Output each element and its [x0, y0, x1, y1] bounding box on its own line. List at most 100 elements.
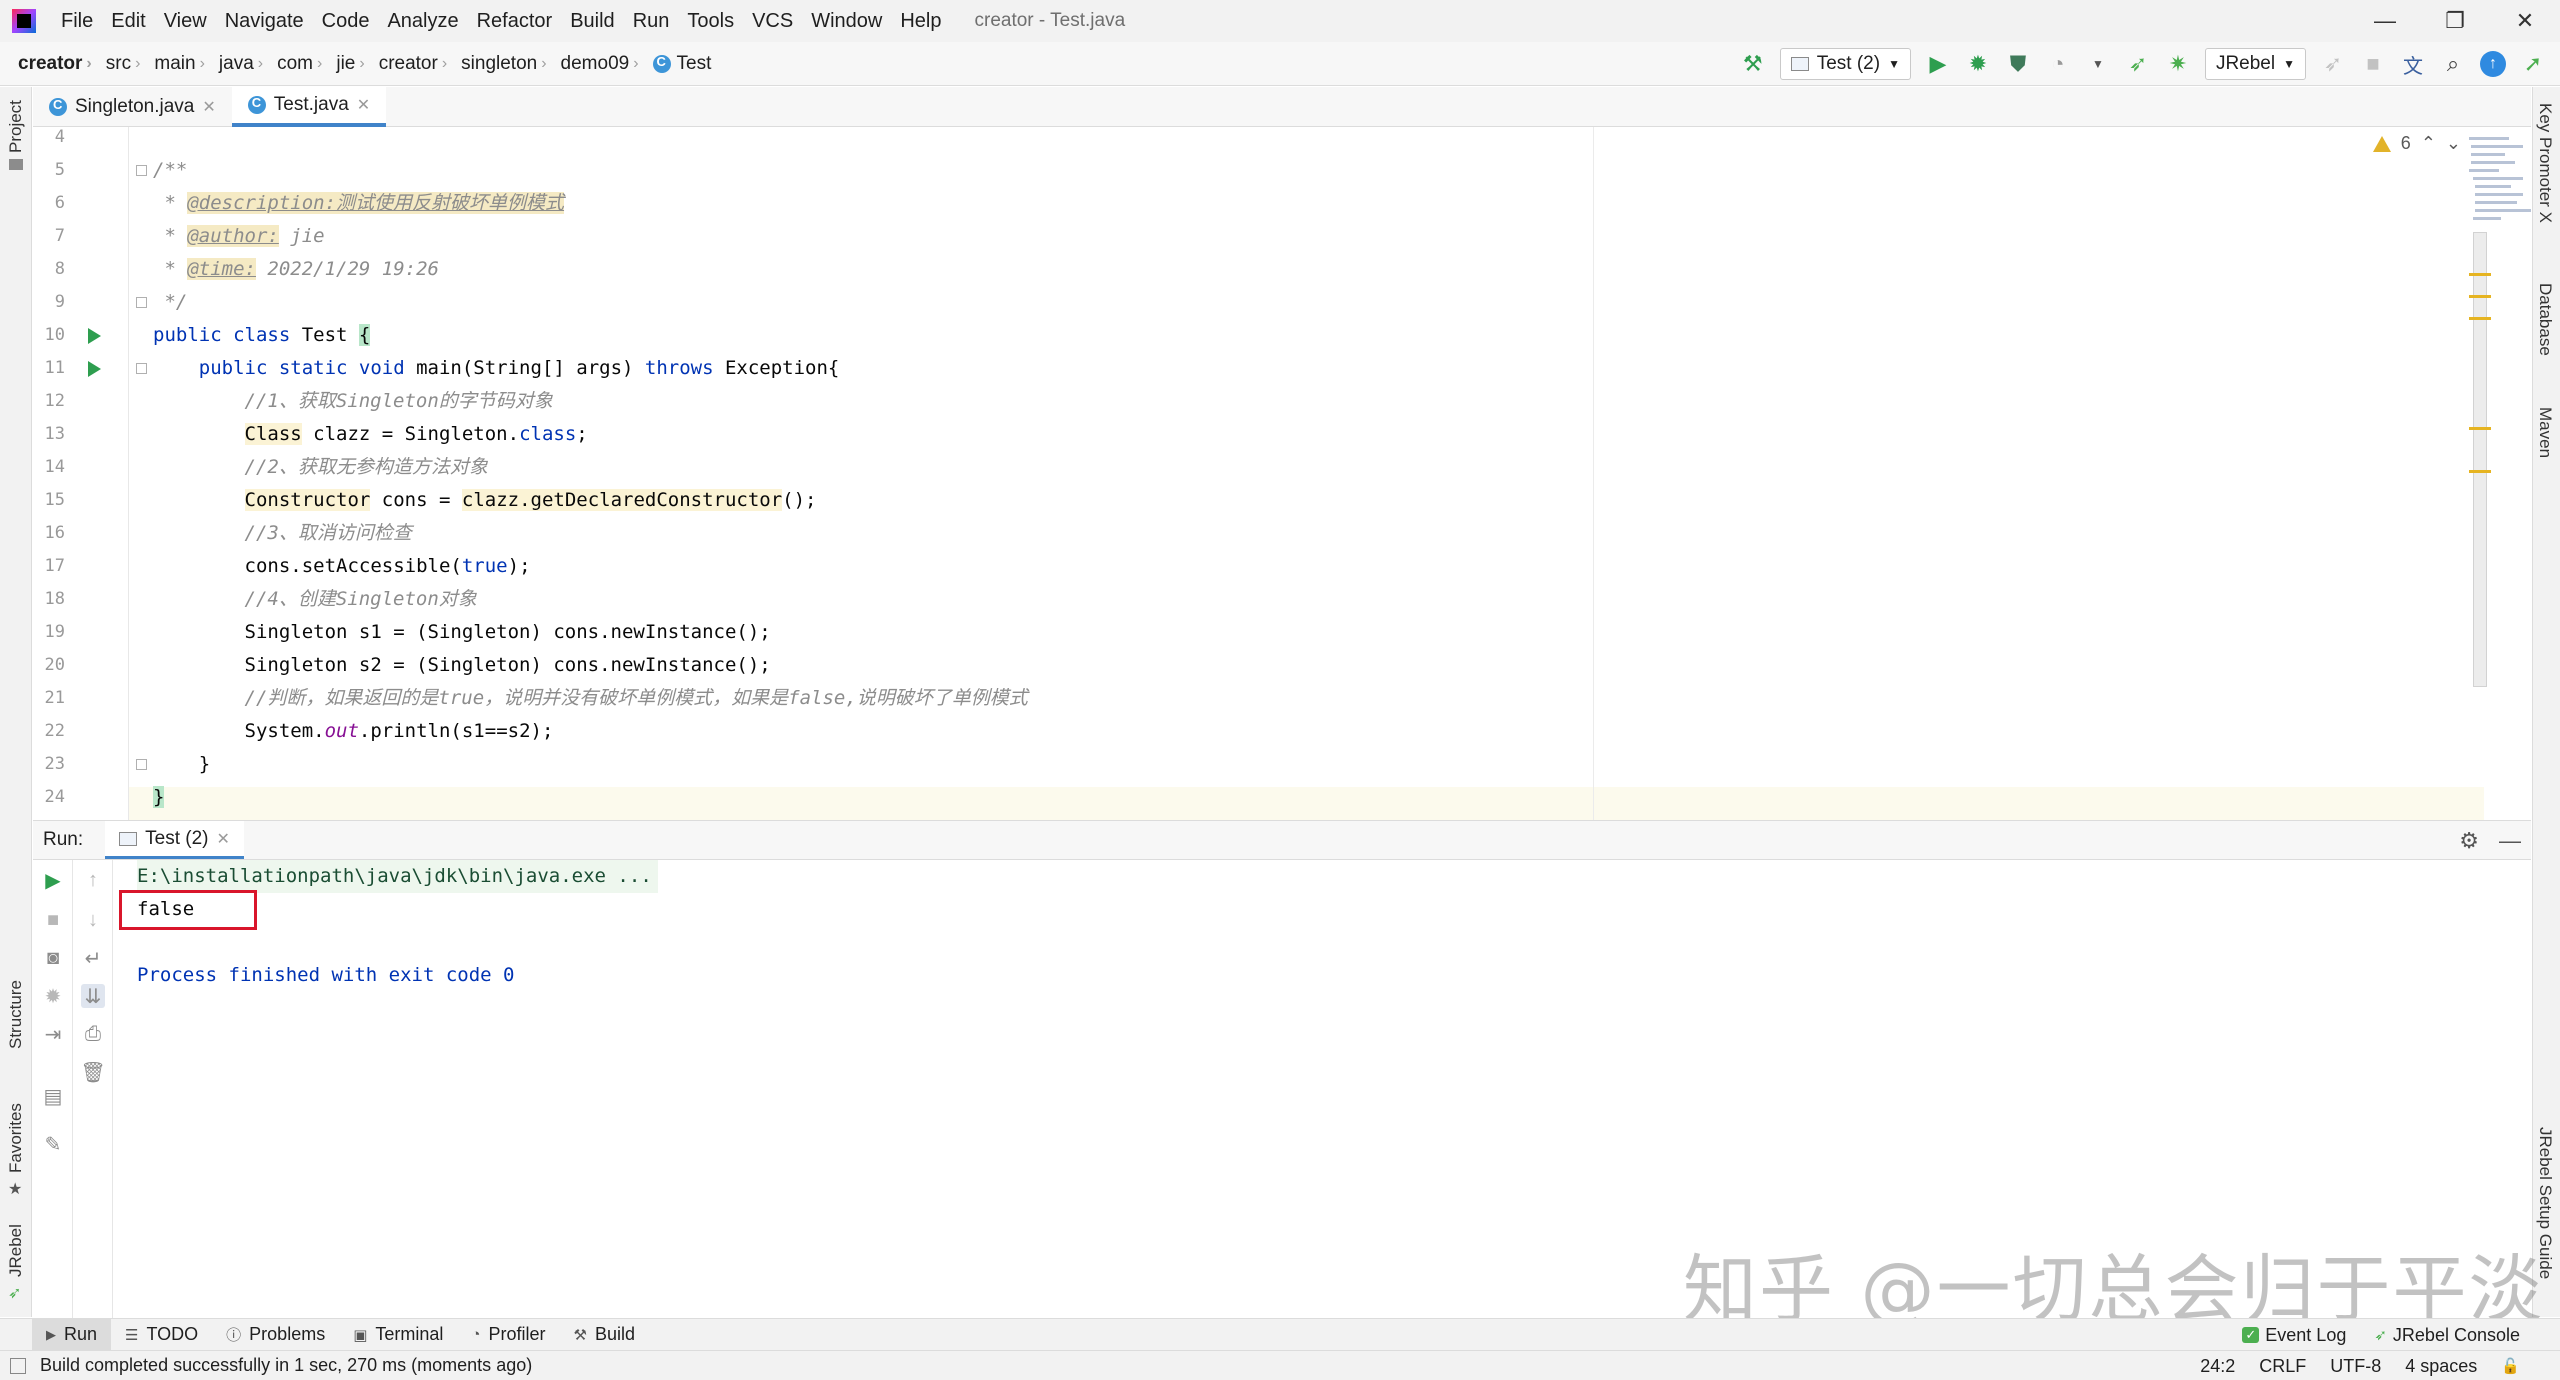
close-icon[interactable]: ✕	[357, 95, 370, 115]
fold-icon[interactable]	[136, 363, 147, 374]
breadcrumb-com[interactable]: com ›	[277, 53, 336, 75]
jrebel-update-icon[interactable]: ➶	[2320, 51, 2346, 77]
exit-icon[interactable]: ⇥	[41, 1022, 65, 1046]
update-icon[interactable]: ↑	[2480, 51, 2506, 77]
maven-tool-tab[interactable]: Maven	[2535, 407, 2555, 458]
chevron-down-icon[interactable]: ⌄	[2446, 133, 2461, 154]
fold-icon[interactable]	[136, 165, 147, 176]
menu-navigate[interactable]: Navigate	[216, 0, 313, 42]
caret-position[interactable]: 24:2	[2200, 1356, 2235, 1377]
stop-icon[interactable]: ■	[2360, 51, 2386, 77]
coverage-icon[interactable]: ⛊	[2005, 51, 2031, 77]
run-class-icon[interactable]	[88, 328, 101, 344]
fold-icon[interactable]	[136, 297, 147, 308]
indent-setting[interactable]: 4 spaces	[2405, 1356, 2477, 1377]
bottom-tab-todo[interactable]: ☰ TODO	[111, 1319, 212, 1351]
search-icon[interactable]: ⌕	[2440, 51, 2466, 77]
jrebel-logo-icon[interactable]: ➚	[2520, 51, 2546, 77]
key-promoter-tool-tab[interactable]: Key Promoter X	[2535, 103, 2555, 223]
breadcrumb-demo09[interactable]: demo09 ›	[561, 53, 653, 75]
warning-stripe-marker[interactable]	[2469, 273, 2491, 276]
database-tool-tab[interactable]: Database	[2535, 283, 2555, 356]
status-message[interactable]: Build completed successfully in 1 sec, 2…	[40, 1355, 532, 1376]
breadcrumb-creator-pkg[interactable]: creator ›	[379, 53, 461, 75]
menu-code[interactable]: Code	[313, 0, 379, 42]
menu-help[interactable]: Help	[891, 0, 950, 42]
pin-icon[interactable]: ✎	[41, 1132, 65, 1156]
jrebel-tool-tab[interactable]: JRebel	[6, 1224, 26, 1277]
warning-stripe-marker[interactable]	[2469, 427, 2491, 430]
menu-build[interactable]: Build	[561, 0, 623, 42]
jrebel-console-tab[interactable]: ➶ JRebel Console	[2374, 1325, 2520, 1346]
breadcrumb-singleton[interactable]: singleton ›	[461, 53, 560, 75]
restore-button[interactable]: ❐	[2420, 0, 2490, 42]
trash-icon[interactable]: 🗑	[80, 1060, 105, 1084]
menu-analyze[interactable]: Analyze	[378, 0, 467, 42]
layout-icon[interactable]: ▤	[41, 1084, 65, 1108]
bottom-tab-problems[interactable]: ⓘ Problems	[212, 1319, 339, 1351]
breadcrumb-creator[interactable]: creator ›	[18, 53, 106, 75]
bottom-tab-build[interactable]: ⚒ Build	[560, 1319, 649, 1351]
bottom-tab-terminal[interactable]: ▣ Terminal	[339, 1319, 457, 1351]
close-icon[interactable]: ✕	[217, 829, 230, 849]
project-tool-tab[interactable]: Project	[6, 100, 26, 153]
jrebel-run-icon[interactable]: ➶	[2125, 51, 2151, 77]
code-editor[interactable]: 4 5 6 7 8 9 10 11 12 13 14 15 16 17 18 1…	[33, 127, 2531, 820]
debug-icon[interactable]: ✹	[41, 984, 65, 1008]
profiler-icon[interactable]: ◔	[2045, 51, 2071, 77]
menu-refactor[interactable]: Refactor	[468, 0, 562, 42]
editor-tab-test[interactable]: Test.java ✕	[231, 87, 387, 127]
breadcrumb-main[interactable]: main ›	[154, 53, 219, 75]
menu-view[interactable]: View	[155, 0, 216, 42]
debug-icon[interactable]: ✹	[1965, 51, 1991, 77]
menu-vcs[interactable]: VCS	[743, 0, 802, 42]
bottom-tab-run[interactable]: ▶ Run	[32, 1318, 112, 1351]
lock-icon[interactable]: 🔓	[2501, 1357, 2520, 1375]
structure-tool-tab[interactable]: Structure	[6, 980, 26, 1049]
camera-icon[interactable]: ◙	[41, 946, 65, 970]
bottom-tab-profiler[interactable]: ◔ Profiler	[457, 1319, 559, 1351]
code-minimap[interactable]	[2465, 131, 2531, 231]
breadcrumb-src[interactable]: src ›	[106, 53, 155, 75]
run-icon[interactable]: ▶	[1925, 51, 1951, 77]
warning-stripe-marker[interactable]	[2469, 295, 2491, 298]
minimize-button[interactable]: —	[2350, 0, 2420, 42]
menu-window[interactable]: Window	[802, 0, 891, 42]
menu-run[interactable]: Run	[624, 0, 679, 42]
close-icon[interactable]: ✕	[202, 97, 215, 117]
run-main-icon[interactable]	[88, 361, 101, 377]
print-icon[interactable]: ⎙	[81, 1022, 105, 1046]
line-separator[interactable]: CRLF	[2259, 1356, 2306, 1377]
breadcrumb-jie[interactable]: jie ›	[336, 53, 378, 75]
editor-scrollbar[interactable]	[2473, 232, 2487, 687]
fold-icon[interactable]	[136, 759, 147, 770]
scroll-to-end-icon[interactable]: ⇊	[81, 984, 105, 1008]
menu-tools[interactable]: Tools	[678, 0, 743, 42]
run-configuration-select[interactable]: Test (2) ▼	[1779, 48, 1911, 80]
hide-panel-icon[interactable]: —	[2499, 828, 2521, 854]
chevron-up-icon[interactable]: ⌃	[2421, 133, 2436, 154]
build-hammer-icon[interactable]: ⚒	[1740, 51, 1766, 77]
status-toggle-icon[interactable]	[10, 1358, 26, 1374]
arrow-up-icon[interactable]: ↑	[81, 868, 105, 892]
soft-wrap-icon[interactable]: ↵	[81, 946, 105, 970]
favorites-tool-tab[interactable]: Favorites	[6, 1103, 26, 1173]
run-tab-test[interactable]: Test (2) ✕	[105, 821, 244, 859]
arrow-down-icon[interactable]: ↓	[81, 908, 105, 932]
translate-icon[interactable]: 文	[2400, 51, 2426, 78]
menu-file[interactable]: File	[52, 0, 102, 42]
event-log-tab[interactable]: ✓ Event Log	[2242, 1325, 2346, 1346]
warning-stripe-marker[interactable]	[2469, 317, 2491, 320]
close-window-button[interactable]: ✕	[2490, 0, 2560, 42]
more-run-options-icon[interactable]: ▼	[2085, 51, 2111, 77]
gear-icon[interactable]: ⚙	[2459, 828, 2479, 854]
jrebel-debug-icon[interactable]: ✷	[2165, 51, 2191, 77]
rerun-icon[interactable]: ▶	[41, 868, 65, 892]
breadcrumb-java[interactable]: java ›	[219, 53, 277, 75]
warning-stripe-marker[interactable]	[2469, 470, 2491, 473]
file-encoding[interactable]: UTF-8	[2330, 1356, 2381, 1377]
jrebel-select[interactable]: JRebel ▼	[2204, 48, 2306, 80]
inspection-widget[interactable]: 6 ⌃ ⌄	[2372, 133, 2461, 154]
menu-edit[interactable]: Edit	[102, 0, 154, 42]
console-command-line[interactable]: E:\installationpath\java\jdk\bin\java.ex…	[137, 860, 658, 893]
